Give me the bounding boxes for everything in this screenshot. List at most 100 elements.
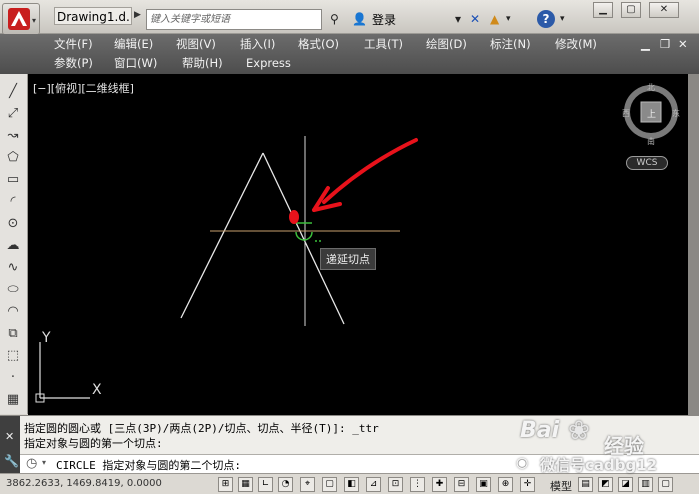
arc-icon[interactable]: ◜ — [3, 192, 23, 212]
chevron-down-icon: ▾ — [32, 16, 37, 25]
command-window-handle[interactable]: ✕ 🔧 — [0, 416, 20, 474]
ellipse-arc-icon[interactable]: ◠ — [3, 302, 23, 322]
menu-draw[interactable]: 绘图(D) — [426, 35, 467, 53]
quick-properties-icon[interactable]: ⊟ — [454, 477, 469, 492]
baidu-watermark: Bai — [520, 418, 560, 443]
viewcube-face-label[interactable]: 上 — [647, 107, 656, 120]
command-prompt: CIRCLE 指定对象与圆的第二个切点: — [56, 459, 241, 472]
draw-toolbar: ╱ ⤢ ↝ ⬠ ▭ ◜ ⊙ ☁ ∿ ⬭ ◠ ⧉ ⬚ · ▦ — [0, 74, 28, 414]
polygon-icon[interactable]: ⬠ — [3, 148, 23, 168]
chevron-down-icon[interactable]: ▾ — [42, 458, 46, 467]
exchange-icon[interactable]: ✕ — [470, 10, 480, 28]
paw-watermark-icon: ❀ — [568, 416, 590, 446]
transparency-icon[interactable]: ✚ — [432, 477, 447, 492]
document-title: Drawing1.d... — [54, 7, 132, 25]
compass-west[interactable]: 西 — [622, 108, 630, 119]
wechat-watermark: 微信号cadbg12 — [540, 456, 658, 474]
line-icon[interactable]: ╱ — [3, 82, 23, 102]
drawn-line-left — [180, 152, 264, 319]
command-history-line: 指定圆的圆心或 [三点(3P)/两点(2P)/切点、切点、半径(T)]: _tt… — [24, 422, 379, 435]
menu-format[interactable]: 格式(O) — [298, 35, 339, 53]
compass-east[interactable]: 东 — [672, 108, 680, 119]
menu-dimension[interactable]: 标注(N) — [490, 35, 531, 53]
spline-icon[interactable]: ∿ — [3, 258, 23, 278]
command-recent-icon[interactable]: ◷ — [26, 456, 37, 471]
chevron-down-icon[interactable]: ▾ — [455, 10, 461, 28]
search-input[interactable]: 键入关键字或短语 — [146, 9, 322, 30]
dynamic-ucs-icon[interactable]: ⊿ — [366, 477, 381, 492]
menu-insert[interactable]: 插入(I) — [240, 35, 275, 53]
insert-block-icon[interactable]: ⧉ — [3, 324, 23, 344]
maximize-button[interactable]: ▢ — [621, 2, 641, 18]
lineweight-icon[interactable]: ⋮ — [410, 477, 425, 492]
construction-line-icon[interactable]: ⤢ — [3, 104, 23, 124]
point-icon[interactable]: · — [3, 368, 23, 388]
menu-express[interactable]: Express — [246, 54, 291, 72]
revision-cloud-icon[interactable]: ☁ — [3, 236, 23, 256]
user-icon[interactable]: 👤 — [352, 10, 367, 28]
workspace-switch-icon[interactable]: ▥ — [638, 477, 653, 492]
make-block-icon[interactable]: ⬚ — [3, 346, 23, 366]
close-icon[interactable]: ✕ — [5, 430, 14, 443]
subscription-icon[interactable]: ▲ — [490, 10, 499, 28]
circle-icon[interactable]: ⊙ — [3, 214, 23, 234]
menu-window[interactable]: 窗口(W) — [114, 54, 157, 72]
layout-icon[interactable]: ▤ — [578, 477, 593, 492]
dynamic-input-icon[interactable]: ⊡ — [388, 477, 403, 492]
coordinate-readout[interactable]: 3862.2633, 1469.8419, 0.0000 — [6, 478, 162, 489]
title-bar: ▾ Drawing1.d... ▶ 键入关键字或短语 ⚲ 👤 登录 ▾ ✕ ▲ … — [0, 0, 699, 35]
polyline-icon[interactable]: ↝ — [3, 126, 23, 146]
menu-parametric[interactable]: 参数(P) — [54, 54, 93, 72]
3d-object-snap-icon[interactable]: ▢ — [322, 477, 337, 492]
status-bar: 3862.2633, 1469.8419, 0.0000 ⊞ ▦ ∟ ◔ ⌖ ▢… — [0, 473, 699, 494]
object-snap-tracking-icon[interactable]: ◧ — [344, 477, 359, 492]
menu-bar: 文件(F) 编辑(E) 视图(V) 插入(I) 格式(O) 工具(T) 绘图(D… — [0, 34, 699, 74]
close-button[interactable]: ✕ — [649, 2, 679, 18]
menu-edit[interactable]: 编辑(E) — [114, 35, 153, 53]
menu-help[interactable]: 帮助(H) — [182, 54, 223, 72]
application-menu-button[interactable]: ▾ — [2, 3, 40, 35]
rectangle-icon[interactable]: ▭ — [3, 170, 23, 190]
wcs-menu[interactable]: WCS — [626, 156, 668, 170]
hatch-icon[interactable]: ▦ — [3, 390, 23, 410]
drawing-geometry — [35, 85, 678, 403]
help-icon[interactable]: ? — [537, 10, 555, 28]
login-link[interactable]: 登录 — [372, 11, 396, 28]
chevron-down-icon[interactable]: ▾ — [560, 10, 565, 28]
doc-restore-button[interactable]: ❐ — [660, 35, 670, 53]
ortho-mode-icon[interactable]: ∟ — [258, 477, 273, 492]
polar-tracking-icon[interactable]: ◔ — [278, 477, 293, 492]
snap-tooltip: 递延切点 — [320, 248, 376, 270]
doc-close-button[interactable]: ✕ — [678, 35, 688, 53]
menu-tools[interactable]: 工具(T) — [364, 35, 403, 53]
drawn-line-right — [262, 152, 345, 325]
right-scroll-strip[interactable] — [688, 74, 699, 415]
chevron-down-icon[interactable]: ▾ — [506, 10, 511, 28]
menu-view[interactable]: 视图(V) — [176, 35, 216, 53]
compass-north[interactable]: 北 — [647, 82, 655, 93]
grid-display-icon[interactable]: ▦ — [238, 477, 253, 492]
red-arrow-shaft — [322, 138, 418, 204]
wechat-watermark-icon: ◉ — [516, 455, 529, 471]
annotation-monitor-icon[interactable]: ⊕ — [498, 477, 513, 492]
binoculars-icon[interactable]: ⚲ — [330, 10, 339, 28]
selection-cycling-icon[interactable]: ▣ — [476, 477, 491, 492]
quick-view-drawings-icon[interactable]: ◪ — [618, 477, 633, 492]
ucs-y-label: Y — [42, 330, 51, 346]
menu-modify[interactable]: 修改(M) — [555, 35, 597, 53]
ucs-x-label: X — [92, 382, 102, 398]
ellipse-icon[interactable]: ⬭ — [3, 280, 23, 300]
menu-file[interactable]: 文件(F) — [54, 35, 93, 53]
minimize-button[interactable]: ▁ — [593, 2, 613, 18]
model-space-label[interactable]: 模型 — [550, 478, 572, 494]
snap-mode-icon[interactable]: ⊞ — [218, 477, 233, 492]
doc-minimize-button[interactable]: ▁ — [641, 35, 650, 53]
wrench-icon[interactable]: 🔧 — [4, 454, 19, 468]
clean-screen-icon[interactable]: ▢ — [658, 477, 673, 492]
compass-south[interactable]: 南 — [647, 136, 655, 147]
add-icon[interactable]: ✛ — [520, 477, 535, 492]
expand-arrow-icon[interactable]: ▶ — [134, 10, 141, 20]
object-snap-icon[interactable]: ⌖ — [300, 477, 315, 492]
quick-view-layouts-icon[interactable]: ◩ — [598, 477, 613, 492]
drawing-canvas[interactable]: [−][俯视][二维线框] 递延切点 北 南 东 西 上 WCS Y X — [28, 74, 688, 415]
